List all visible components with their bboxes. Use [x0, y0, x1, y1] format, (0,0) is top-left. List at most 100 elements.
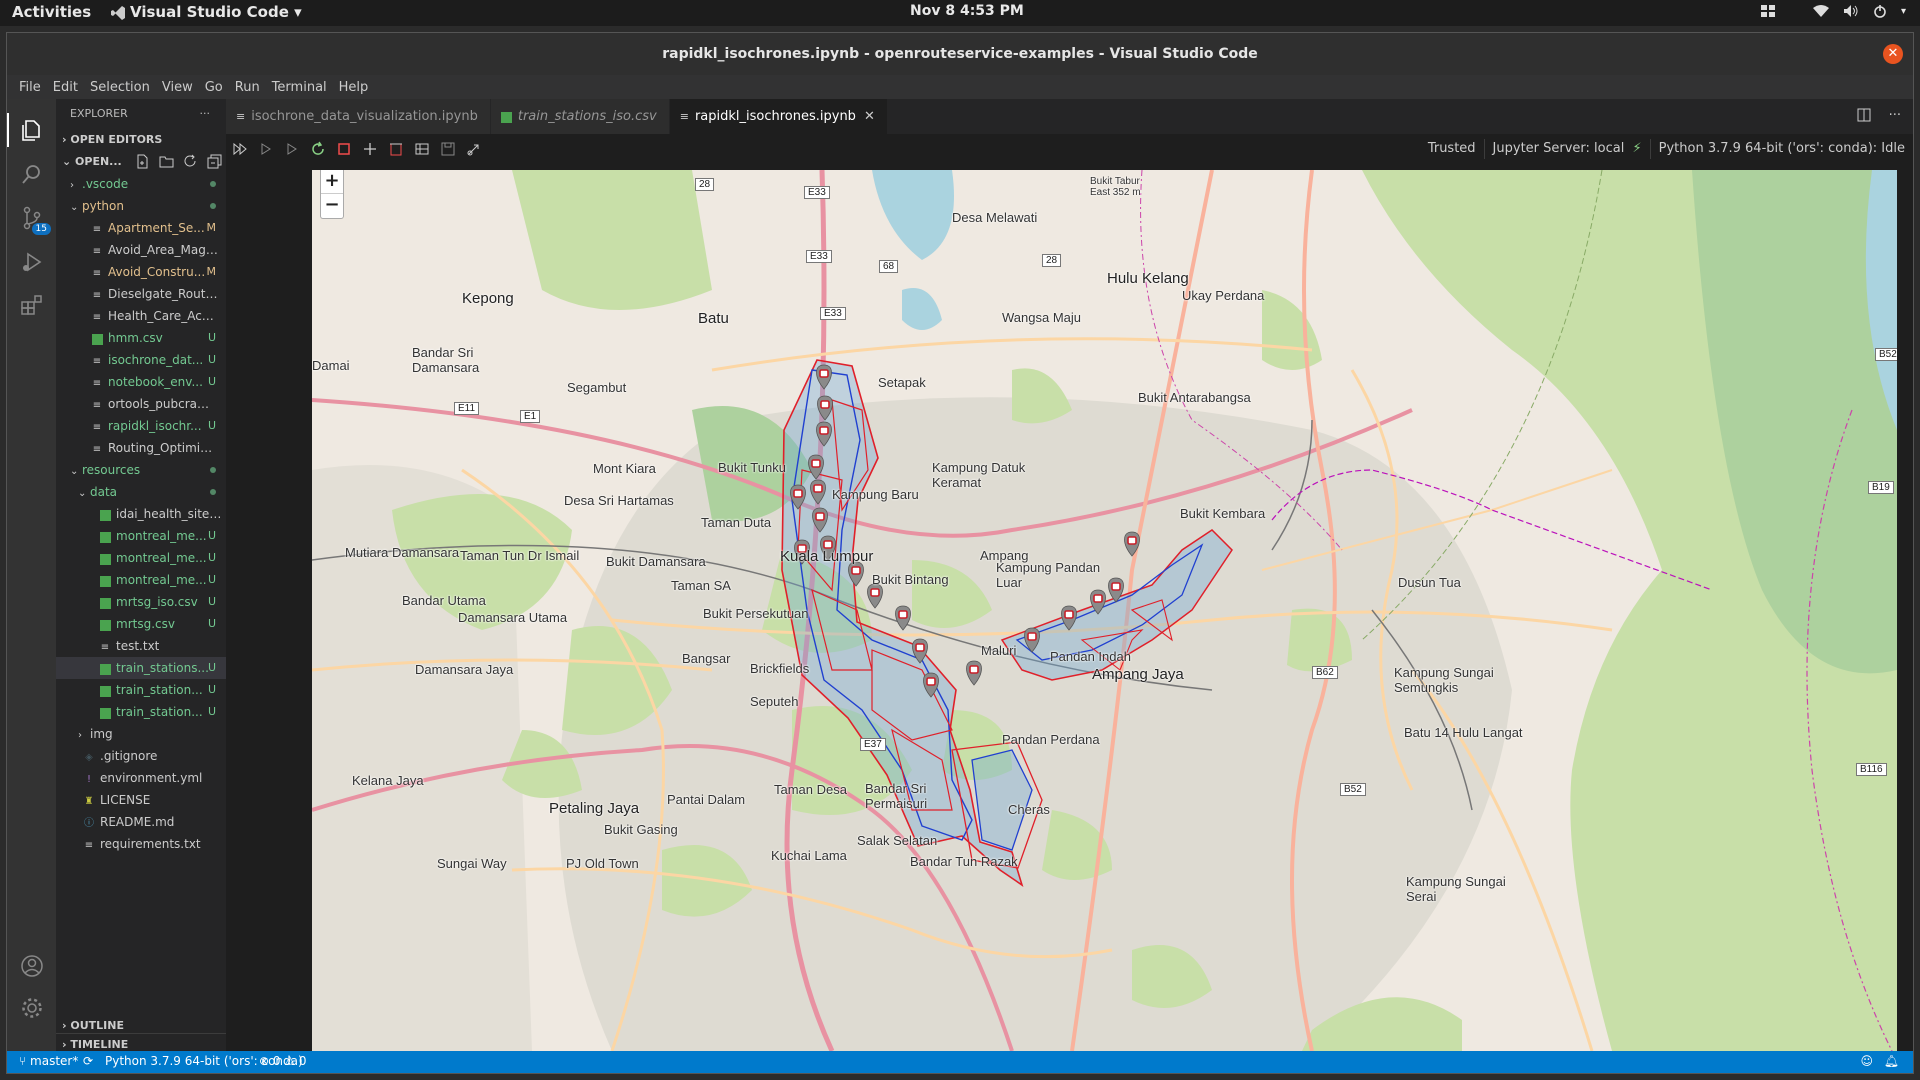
- bell-icon[interactable]: 🔔︎: [1884, 1054, 1899, 1068]
- close-window-button[interactable]: ✕: [1883, 44, 1903, 64]
- file-item[interactable]: montreal_me... U: [56, 525, 226, 547]
- interrupt-kernel-icon[interactable]: [336, 141, 352, 157]
- git-branch[interactable]: ⑂ master*: [19, 1054, 78, 1068]
- item-label: Health_Care_Access...: [108, 309, 218, 323]
- file-item[interactable]: hmm.csv U: [56, 327, 226, 349]
- explorer-icon[interactable]: [7, 113, 45, 147]
- new-file-icon[interactable]: [135, 154, 150, 169]
- map-place-label: Bukit Persekutuan: [703, 606, 809, 621]
- file-item[interactable]: ≡ Dieselgate_Routing...: [56, 283, 226, 305]
- file-item[interactable]: ≡ test.txt: [56, 635, 226, 657]
- map-place-label: Kepong: [462, 290, 514, 307]
- more-actions-icon[interactable]: ···: [1889, 108, 1901, 126]
- tab-isochrone-data-visualization[interactable]: ≡ isochrone_data_visualization.ipynb: [226, 99, 491, 134]
- workspace-section[interactable]: ⌄ OPEN...: [56, 151, 226, 173]
- workspace-icon[interactable]: [1760, 5, 1775, 17]
- jupyter-server-status[interactable]: Jupyter Server: local ⚡: [1483, 139, 1650, 159]
- file-item[interactable]: montreal_me... U: [56, 569, 226, 591]
- split-editor-icon[interactable]: [1857, 108, 1871, 126]
- menu-go[interactable]: Go: [199, 80, 229, 95]
- file-item[interactable]: ≡ requirements.txt: [56, 833, 226, 855]
- isochrone-map[interactable]: + − Kepong Batu Setapak Desa Melawati Wangsa…: [312, 170, 1897, 1051]
- map-place-label: Bandar Utama: [402, 593, 486, 608]
- file-item[interactable]: idai_health_sites.c...: [56, 503, 226, 525]
- search-icon[interactable]: [19, 161, 45, 187]
- csv-icon: [98, 527, 112, 547]
- file-item[interactable]: ♜ LICENSE: [56, 789, 226, 811]
- file-item[interactable]: ≡ rapidkl_isochr... U: [56, 415, 226, 437]
- file-item[interactable]: ≡ ortools_pubcrawl.ip...: [56, 393, 226, 415]
- clear-outputs-icon[interactable]: [388, 141, 404, 157]
- zoom-in-button[interactable]: +: [321, 170, 343, 194]
- file-item[interactable]: montreal_me... U: [56, 547, 226, 569]
- account-icon[interactable]: [19, 953, 45, 979]
- menu-run[interactable]: Run: [229, 80, 266, 95]
- problems-indicator[interactable]: ⊗ 0 ⚠ 0: [259, 1054, 307, 1068]
- open-editors-section[interactable]: › OPEN EDITORS: [56, 129, 226, 151]
- close-tab-icon[interactable]: ✕: [864, 109, 875, 124]
- kernel-status[interactable]: Python 3.7.9 64-bit ('ors': conda): Idle: [1649, 139, 1913, 159]
- folder-item[interactable]: › img: [56, 723, 226, 745]
- power-icon[interactable]: [1873, 4, 1887, 18]
- run-all-icon[interactable]: [232, 141, 248, 157]
- trusted-status[interactable]: Trusted: [1420, 139, 1484, 159]
- refresh-icon[interactable]: [183, 154, 198, 169]
- restart-kernel-icon[interactable]: [310, 141, 326, 157]
- file-item[interactable]: train_station... U: [56, 679, 226, 701]
- menu-terminal[interactable]: Terminal: [266, 80, 333, 95]
- menu-edit[interactable]: Edit: [47, 80, 84, 95]
- extensions-icon[interactable]: [19, 293, 45, 319]
- app-menu[interactable]: Visual Studio Code ▾: [110, 3, 302, 21]
- activities-button[interactable]: Activities: [12, 3, 91, 21]
- chevron-down-icon[interactable]: ▾: [1901, 6, 1906, 17]
- source-control-icon[interactable]: 15: [19, 205, 51, 235]
- export-icon[interactable]: [466, 141, 482, 157]
- folder-item[interactable]: ⌄ python: [56, 195, 226, 217]
- folder-item[interactable]: › .vscode: [56, 173, 226, 195]
- wifi-icon[interactable]: [1812, 4, 1829, 18]
- timeline-section[interactable]: › TIMELINE: [56, 1034, 226, 1051]
- file-item[interactable]: mrtsg.csv U: [56, 613, 226, 635]
- title-bar: rapidkl_isochrones.ipynb - openrouteserv…: [7, 33, 1913, 75]
- file-item[interactable]: train_station... U: [56, 701, 226, 723]
- file-item[interactable]: ≡ Avoid_Constru... M: [56, 261, 226, 283]
- folder-item[interactable]: ⌄ data: [56, 481, 226, 503]
- file-item[interactable]: ! environment.yml: [56, 767, 226, 789]
- gear-icon[interactable]: [19, 995, 45, 1021]
- file-item[interactable]: ≡ Apartment_Se... M: [56, 217, 226, 239]
- run-debug-icon[interactable]: [19, 249, 45, 275]
- sync-icon[interactable]: ⟳: [83, 1054, 93, 1068]
- item-label: README.md: [100, 815, 175, 829]
- file-item[interactable]: train_stations... U: [56, 657, 226, 679]
- save-icon[interactable]: [440, 141, 456, 157]
- file-item[interactable]: ≡ notebook_env... U: [56, 371, 226, 393]
- menu-selection[interactable]: Selection: [84, 80, 156, 95]
- file-item[interactable]: ⓘ README.md: [56, 811, 226, 833]
- file-item[interactable]: ≡ isochrone_dat... U: [56, 349, 226, 371]
- zoom-out-button[interactable]: −: [321, 194, 343, 218]
- file-item[interactable]: ≡ Avoid_Area_Magde...: [56, 239, 226, 261]
- tab-rapidkl-isochrones[interactable]: ≡ rapidkl_isochrones.ipynb ✕: [669, 99, 888, 134]
- add-cell-icon[interactable]: [362, 141, 378, 157]
- clock[interactable]: Nov 8 4:53 PM: [910, 3, 1024, 19]
- feedback-icon[interactable]: ☺: [1860, 1054, 1873, 1068]
- run-above-icon[interactable]: [258, 141, 274, 157]
- map-place-label: Bukit Bintang: [872, 572, 949, 587]
- menu-view[interactable]: View: [156, 80, 199, 95]
- volume-icon[interactable]: [1843, 4, 1859, 18]
- menu-help[interactable]: Help: [333, 80, 375, 95]
- train-icon: [851, 566, 861, 575]
- file-item[interactable]: mrtsg_iso.csv U: [56, 591, 226, 613]
- folder-item[interactable]: ⌄ resources: [56, 459, 226, 481]
- variables-icon[interactable]: [414, 141, 430, 157]
- tab-train-stations-iso[interactable]: train_stations_iso.csv: [490, 99, 670, 134]
- file-item[interactable]: ≡ Health_Care_Access...: [56, 305, 226, 327]
- new-folder-icon[interactable]: [159, 154, 174, 169]
- menu-file[interactable]: File: [13, 80, 47, 95]
- collapse-all-icon[interactable]: [207, 154, 222, 169]
- map-place-label: Bukit Kembara: [1180, 506, 1266, 521]
- more-actions-icon[interactable]: ···: [200, 99, 211, 129]
- file-item[interactable]: ◈ .gitignore: [56, 745, 226, 767]
- run-below-icon[interactable]: [284, 141, 300, 157]
- file-item[interactable]: ≡ Routing_Optimizati...: [56, 437, 226, 459]
